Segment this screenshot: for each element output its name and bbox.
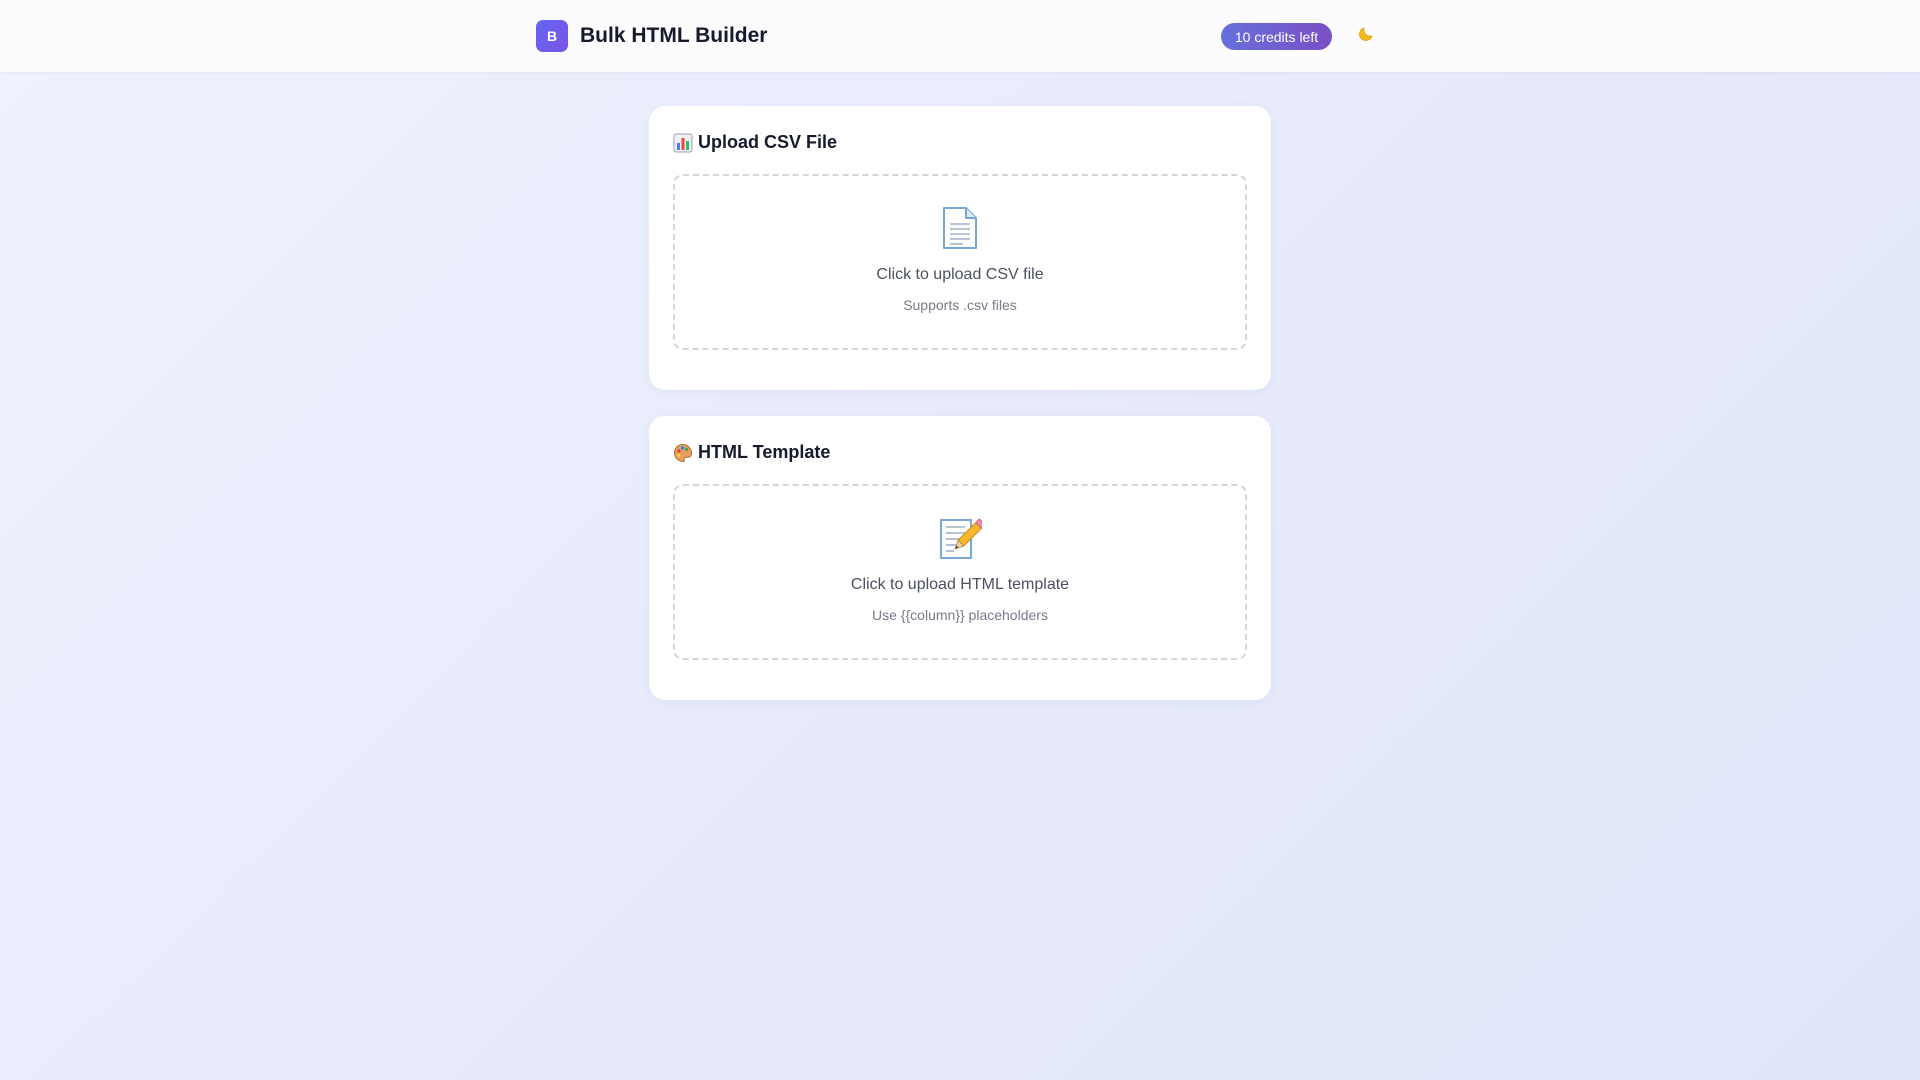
theme-toggle-button[interactable] <box>1352 22 1380 50</box>
credits-badge: 10 credits left <box>1221 23 1332 50</box>
template-card-title-text: HTML Template <box>698 442 831 462</box>
csv-card-title-text: Upload CSV File <box>698 132 838 152</box>
logo-letter: B <box>546 28 558 44</box>
csv-dropzone-label: Click to upload CSV file <box>876 266 1044 283</box>
moon-icon <box>1357 25 1375 48</box>
csv-card-title: Upload CSV File <box>673 132 837 153</box>
template-dropzone-hint: Use {{column}} placeholders <box>872 607 1048 623</box>
template-dropzone[interactable]: Click to upload HTML template Use {{colu… <box>673 484 1247 660</box>
template-dropzone-label: Click to upload HTML template <box>850 576 1070 593</box>
bar-chart-icon <box>673 133 693 153</box>
template-card-title: HTML Template <box>673 442 830 463</box>
app-logo: B <box>536 20 568 52</box>
app-title: Bulk HTML Builder <box>580 24 768 47</box>
document-icon <box>675 206 1245 250</box>
top-bar: B Bulk HTML Builder 10 credits left <box>0 0 1920 72</box>
template-upload-card: HTML Template Click to upload HTML templ… <box>649 416 1271 700</box>
csv-upload-card: Upload CSV File Click to upload CSV file… <box>649 106 1271 390</box>
memo-pencil-icon <box>675 516 1245 560</box>
palette-icon <box>673 443 693 463</box>
csv-dropzone-hint: Supports .csv files <box>903 297 1017 313</box>
csv-dropzone[interactable]: Click to upload CSV file Supports .csv f… <box>673 174 1247 350</box>
